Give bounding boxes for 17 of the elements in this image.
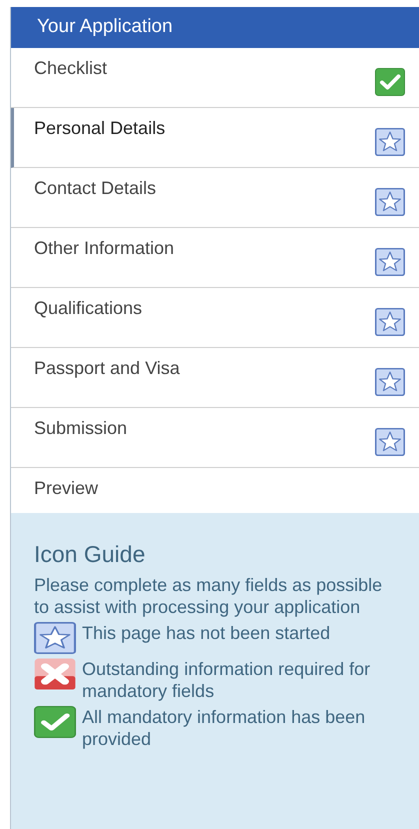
star-icon [375, 248, 405, 276]
star-icon [375, 308, 405, 336]
checkmark-icon [34, 706, 76, 738]
star-icon [375, 428, 405, 456]
guide-title: Icon Guide [34, 541, 146, 568]
star-icon [34, 622, 76, 654]
guide-text: Please complete as many fields as possible to assist with processing your application [34, 574, 384, 618]
panel-header: Your Application [11, 7, 419, 48]
star-icon [375, 188, 405, 216]
cross-icon [34, 658, 76, 690]
legend-text: All mandatory information has been provided [82, 707, 366, 749]
star-icon [375, 128, 405, 156]
checkmark-icon [375, 68, 405, 96]
legend-text: This page has not been started [82, 623, 330, 643]
legend-text: Outstanding information required for mandatory fields [82, 659, 370, 701]
star-icon [375, 368, 405, 396]
nav-item[interactable]: Personal Details [11, 108, 419, 168]
